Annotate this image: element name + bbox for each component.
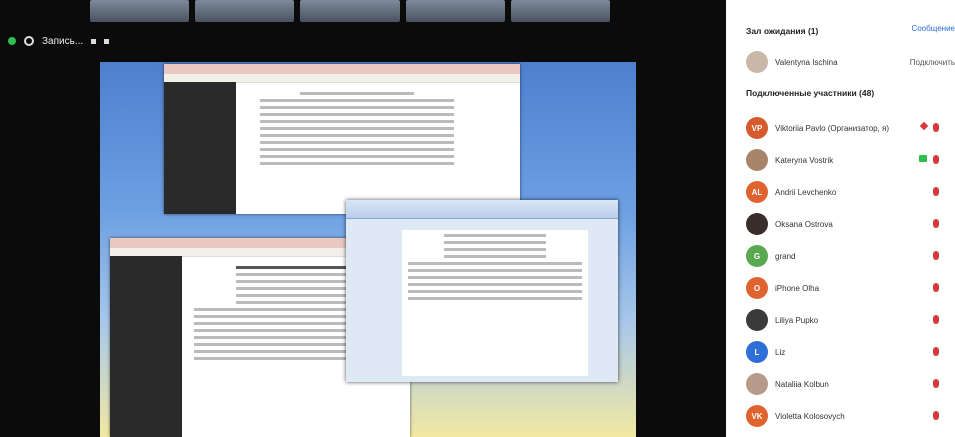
participant-row[interactable]: OiPhone Olha [746,276,955,300]
muted-mic-icon[interactable] [933,347,939,356]
waiting-participant: Valentyna Ischina Подключить [746,50,955,74]
avatar [746,149,768,171]
participant-controls [933,251,939,260]
participant-row[interactable]: Liliya Pupko [746,308,955,332]
share-status-bar: Запись... [8,32,110,50]
participant-controls [933,411,939,420]
participant-row[interactable]: Kateryna Vostrik [746,148,955,172]
muted-mic-icon[interactable] [933,411,939,420]
video-thumbnail[interactable] [195,0,295,22]
browser-window-1 [164,64,520,214]
pause-icon[interactable] [91,38,97,44]
participant-row[interactable]: Nataliia Kolbun [746,372,955,396]
participant-controls [933,315,939,324]
browser-tabbar[interactable] [164,64,520,74]
host-label: Запись... [42,35,84,47]
video-thumbnail[interactable] [510,0,611,22]
word-ribbon[interactable] [346,200,618,219]
participant-name: Liz [775,347,786,357]
muted-mic-icon[interactable] [933,155,939,164]
camera-icon[interactable] [919,155,927,162]
video-thumbnail[interactable] [90,0,190,22]
video-thumbnail-strip[interactable] [90,0,611,22]
waiting-room-header[interactable]: Зал ожидания (1) [746,26,818,36]
muted-mic-icon[interactable] [933,379,939,388]
record-icon [24,36,34,46]
avatar [746,373,768,395]
message-button[interactable]: Сообщение [911,24,955,33]
participant-controls [933,219,939,228]
avatar [746,213,768,235]
participant-name: Liliya Pupko [775,315,819,325]
avatar: VK [746,405,768,427]
participant-name: Violetta Kolosovych [775,411,845,421]
avatar [746,309,768,331]
participants-panel: Зал ожидания (1) Сообщение Valentyna Isc… [726,0,955,437]
participant-name: grand [775,251,796,261]
avatar: G [746,245,768,267]
participant-row[interactable]: VK Violetta Kolosovych [746,404,955,428]
video-thumbnail[interactable] [405,0,505,22]
participant-row[interactable]: VP Viktoriia Pavlo (Организатор, я) [746,116,955,140]
participant-controls [933,379,939,388]
muted-mic-icon[interactable] [933,187,939,196]
muted-mic-icon[interactable] [933,315,939,324]
participant-row[interactable]: L Liz [746,340,955,364]
muted-mic-icon[interactable] [933,251,939,260]
admit-button[interactable]: Подключить [910,58,955,67]
document-sidebar [110,256,182,437]
muted-mic-icon[interactable] [933,283,939,292]
participant-name: Valentyna Ischina [775,57,838,67]
participant-name: Oksana Ostrova [775,219,833,229]
document-page [254,88,460,214]
participant-row[interactable]: Oksana Ostrova [746,212,955,236]
avatar: VP [746,117,768,139]
participants-header[interactable]: Подключенные участники (48) [746,88,874,98]
host-icon [919,121,929,131]
document-sidebar [164,82,236,214]
avatar: AL [746,181,768,203]
video-thumbnail[interactable] [300,0,400,22]
word-window [346,200,618,382]
participant-name: iPhone Olha [775,283,820,293]
participant-controls [933,283,939,292]
shared-screen [100,62,636,437]
avatar: O [746,277,768,299]
avatar [746,51,768,73]
participant-name: Nataliia Kolbun [775,379,829,389]
meeting-view: Запись... [0,0,726,437]
participant-controls [919,155,939,164]
participant-controls [933,347,939,356]
participant-controls [919,121,939,132]
participant-name: Viktoriia Pavlo (Организатор, я) [775,123,890,133]
participant-controls [933,187,939,196]
avatar: L [746,341,768,363]
shield-icon[interactable] [8,37,16,45]
muted-mic-icon[interactable] [933,219,939,228]
stop-icon[interactable] [104,38,110,44]
participant-name: Kateryna Vostrik [775,155,834,165]
word-document [402,230,588,376]
participant-row[interactable]: AL Andrii Levchenko [746,180,955,204]
participant-name: Andrii Levchenko [775,187,837,197]
participant-row[interactable]: Ggrand [746,244,955,268]
muted-mic-icon[interactable] [933,123,939,132]
